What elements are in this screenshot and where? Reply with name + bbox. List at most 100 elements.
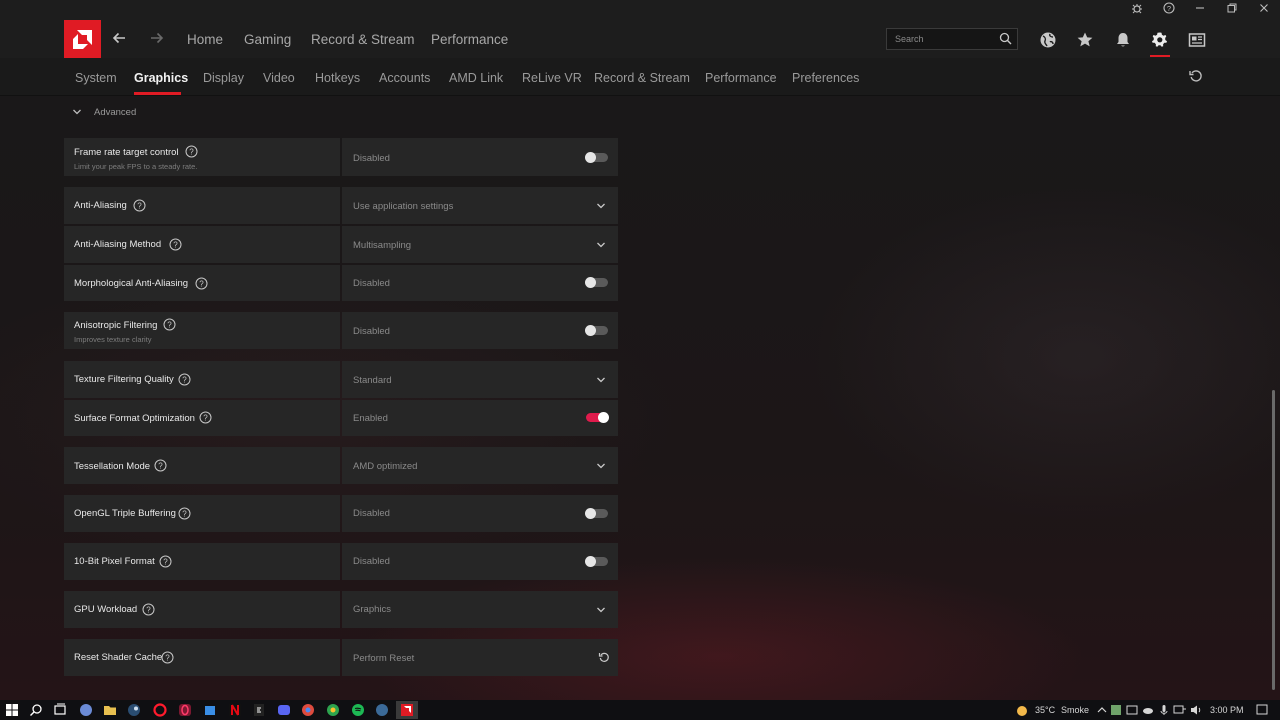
search-input[interactable]: [895, 32, 995, 46]
close-icon[interactable]: [1252, 2, 1276, 18]
help-icon[interactable]: ?: [178, 507, 191, 520]
help-icon[interactable]: ?: [195, 277, 208, 290]
tab-graphics[interactable]: Graphics: [134, 71, 188, 85]
tray-app-icon[interactable]: [1108, 702, 1124, 718]
help-icon[interactable]: ?: [178, 373, 191, 386]
tab-relive-vr[interactable]: ReLive VR: [522, 71, 582, 85]
search-icon[interactable]: [28, 702, 44, 718]
setting-value-cell[interactable]: Graphics: [342, 591, 618, 628]
forward-arrow-icon[interactable]: [147, 30, 167, 50]
epic-games-icon[interactable]: [251, 702, 267, 718]
tab-display[interactable]: Display: [203, 71, 244, 85]
clock-time[interactable]: 3:00 PM: [1210, 705, 1244, 715]
search-box[interactable]: [886, 28, 1018, 50]
chevron-down-icon[interactable]: [596, 201, 606, 211]
help-icon[interactable]: ?: [163, 318, 176, 331]
setting-row-anisotropic-filtering: Anisotropic Filtering ? Improves texture…: [64, 312, 618, 349]
nav-performance[interactable]: Performance: [431, 32, 508, 47]
help-icon[interactable]: ?: [199, 411, 212, 424]
store-icon[interactable]: [202, 702, 218, 718]
tab-hotkeys[interactable]: Hotkeys: [315, 71, 360, 85]
amd-logo[interactable]: [64, 20, 101, 58]
nav-gaming[interactable]: Gaming: [244, 32, 291, 47]
setting-value-cell[interactable]: Use application settings: [342, 187, 618, 224]
opera-gx-icon[interactable]: [177, 702, 193, 718]
reset-icon[interactable]: [1188, 68, 1206, 86]
setting-value-cell[interactable]: AMD optimized: [342, 447, 618, 484]
help-icon[interactable]: ?: [142, 603, 155, 616]
tab-video[interactable]: Video: [263, 71, 295, 85]
tab-preferences[interactable]: Preferences: [792, 71, 859, 85]
back-arrow-icon[interactable]: [109, 30, 129, 50]
toggle-switch[interactable]: [585, 556, 608, 567]
setting-value-cell[interactable]: Multisampling: [342, 226, 618, 263]
help-icon[interactable]: ?: [1157, 2, 1181, 18]
help-icon[interactable]: ?: [154, 459, 167, 472]
tab-performance[interactable]: Performance: [705, 71, 777, 85]
chevron-down-icon[interactable]: [596, 461, 606, 471]
chevron-down-icon[interactable]: [596, 375, 606, 385]
tab-system[interactable]: System: [75, 71, 117, 85]
nav-home[interactable]: Home: [187, 32, 223, 47]
setting-value-cell[interactable]: Disabled: [342, 265, 618, 301]
minimize-icon[interactable]: [1188, 2, 1212, 18]
chrome-icon[interactable]: [300, 702, 316, 718]
setting-value: Disabled: [353, 153, 390, 164]
notification-icon[interactable]: [1254, 702, 1270, 718]
news-icon[interactable]: [1187, 30, 1207, 50]
weather-icon[interactable]: [1014, 702, 1030, 718]
tab-amd-link[interactable]: AMD Link: [449, 71, 503, 85]
network-icon[interactable]: [1172, 702, 1188, 718]
tray-app-icon[interactable]: [1124, 702, 1140, 718]
toggle-switch[interactable]: [585, 325, 608, 336]
folder-icon[interactable]: [102, 702, 118, 718]
chrome-icon[interactable]: [325, 702, 341, 718]
amd-software-taskbar-button[interactable]: [396, 701, 418, 719]
setting-value-cell[interactable]: Disabled: [342, 543, 618, 580]
chevron-down-icon[interactable]: [596, 240, 606, 250]
task-view-icon[interactable]: [52, 702, 68, 718]
volume-icon[interactable]: [1188, 702, 1204, 718]
star-icon[interactable]: [1075, 30, 1095, 50]
reset-icon[interactable]: [598, 651, 610, 663]
tab-record-stream[interactable]: Record & Stream: [594, 71, 690, 85]
setting-value-cell[interactable]: Enabled: [342, 400, 618, 436]
microphone-icon[interactable]: [1156, 702, 1172, 718]
setting-value-cell[interactable]: Disabled: [342, 138, 618, 176]
help-icon[interactable]: ?: [169, 238, 182, 251]
windows-start-icon[interactable]: [4, 702, 20, 718]
svg-text:?: ?: [165, 654, 170, 663]
nav-record-stream[interactable]: Record & Stream: [311, 32, 415, 47]
help-icon[interactable]: ?: [161, 651, 174, 664]
chevron-down-icon[interactable]: [596, 605, 606, 615]
restore-icon[interactable]: [1220, 2, 1244, 18]
toggle-switch[interactable]: [585, 152, 608, 163]
bug-report-icon[interactable]: [1125, 2, 1149, 18]
search-icon[interactable]: [999, 32, 1012, 45]
perform-reset-button[interactable]: Perform Reset: [342, 639, 618, 676]
opera-icon[interactable]: [152, 702, 168, 718]
netflix-icon[interactable]: [227, 702, 243, 718]
toggle-switch[interactable]: [585, 277, 608, 288]
weather-description[interactable]: Smoke: [1061, 705, 1089, 715]
gear-icon[interactable]: [1150, 30, 1170, 50]
weather-temperature[interactable]: 35°C: [1035, 705, 1055, 715]
setting-value-cell[interactable]: Disabled: [342, 495, 618, 532]
setting-value-cell[interactable]: Disabled: [342, 312, 618, 349]
globe-icon[interactable]: [1038, 30, 1058, 50]
toggle-switch[interactable]: [585, 508, 608, 519]
help-icon[interactable]: ?: [133, 199, 146, 212]
vertical-scrollbar[interactable]: [1272, 390, 1275, 690]
spotify-icon[interactable]: [350, 702, 366, 718]
help-icon[interactable]: ?: [185, 145, 198, 158]
discord-icon[interactable]: [276, 702, 292, 718]
toggle-switch[interactable]: [586, 412, 609, 423]
cloud-icon[interactable]: [1140, 702, 1156, 718]
help-icon[interactable]: ?: [159, 555, 172, 568]
setting-value-cell[interactable]: Standard: [342, 361, 618, 398]
steam-icon[interactable]: [374, 702, 390, 718]
app-icon[interactable]: [78, 702, 94, 718]
steam-icon[interactable]: [126, 702, 142, 718]
tab-accounts[interactable]: Accounts: [379, 71, 430, 85]
bell-icon[interactable]: [1113, 30, 1133, 50]
